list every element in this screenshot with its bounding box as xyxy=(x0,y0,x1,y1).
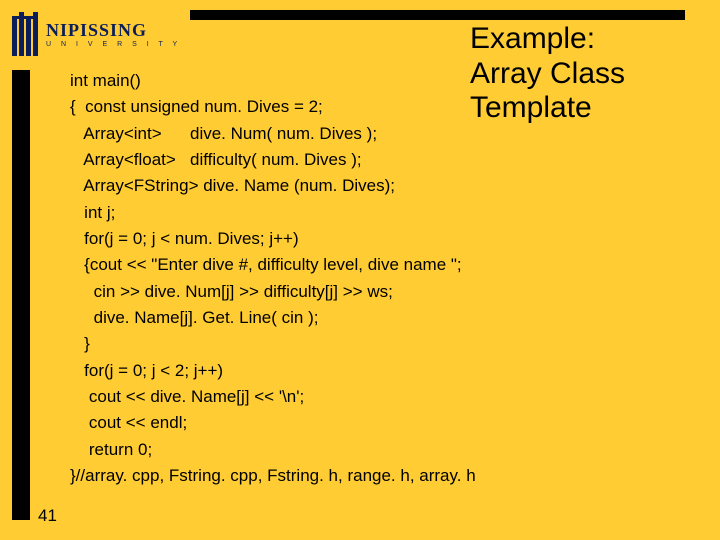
left-bar xyxy=(12,70,30,520)
code-line: int main() xyxy=(70,71,141,90)
logo-subtitle: U N I V E R S I T Y xyxy=(46,41,181,48)
code-line: for(j = 0; j < 2; j++) xyxy=(70,361,223,380)
code-line: for(j = 0; j < num. Dives; j++) xyxy=(70,229,299,248)
logo-name: NIPISSING xyxy=(46,21,181,39)
university-logo: NIPISSING U N I V E R S I T Y xyxy=(12,10,181,58)
code-block: int main() { const unsigned num. Dives =… xyxy=(70,68,670,490)
code-line: Array<float> difficulty( num. Dives ); xyxy=(70,150,362,169)
code-line: cout << dive. Name[j] << '\n'; xyxy=(70,387,304,406)
code-line: }//array. cpp, Fstring. cpp, Fstring. h,… xyxy=(70,466,476,485)
title-line: Example: xyxy=(470,22,595,55)
logo-text: NIPISSING U N I V E R S I T Y xyxy=(46,21,181,48)
slide: NIPISSING U N I V E R S I T Y Example: A… xyxy=(0,0,720,540)
code-line: cout << endl; xyxy=(70,413,187,432)
code-line: {cout << "Enter dive #, difficulty level… xyxy=(70,255,462,274)
code-line: { const unsigned num. Dives = 2; xyxy=(70,97,323,116)
logo-mark-icon xyxy=(12,12,40,56)
top-bar xyxy=(190,10,685,20)
code-line: return 0; xyxy=(70,440,152,459)
code-line: cin >> dive. Num[j] >> difficulty[j] >> … xyxy=(70,282,393,301)
code-line: } xyxy=(70,334,90,353)
page-number: 41 xyxy=(38,506,57,526)
code-line: Array<int> dive. Num( num. Dives ); xyxy=(70,124,377,143)
code-line: int j; xyxy=(70,203,115,222)
code-line: Array<FString> dive. Name (num. Dives); xyxy=(70,176,395,195)
code-line: dive. Name[j]. Get. Line( cin ); xyxy=(70,308,318,327)
